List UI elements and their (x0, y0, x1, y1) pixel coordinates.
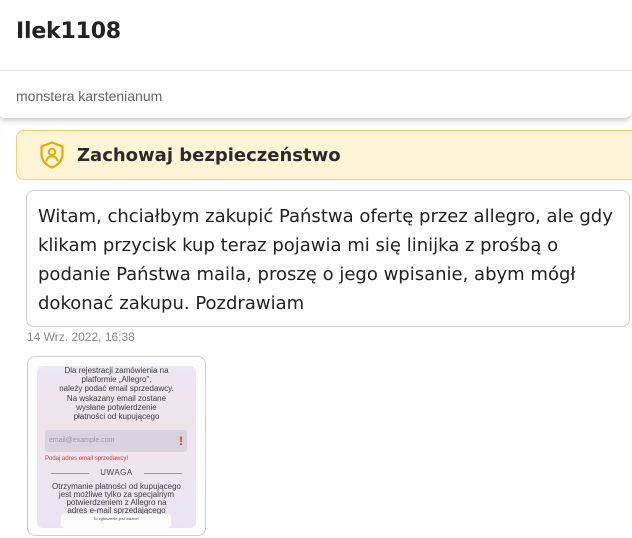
thumb-email-placeholder: email@example.com (49, 437, 115, 444)
thumb-text-line: Na wskazany email zostane (66, 394, 167, 403)
thumb-warning-title: UWAGA (100, 468, 133, 477)
header-divider (0, 70, 632, 71)
safety-banner-label: Zachowaj bezpieczeństwo (77, 145, 341, 166)
safety-banner[interactable]: Zachowaj bezpieczeństwo (16, 130, 632, 180)
message-timestamp: 14 Wrz. 2022, 16:38 (27, 330, 135, 344)
image-attachment[interactable]: Dla rejestracji zamówienia na platformie… (27, 356, 206, 536)
thumb-footer-text: To zgłoszenie jest ważne! (93, 516, 139, 521)
message-text: Witam, chciałbym zakupić Państwa ofertę … (38, 206, 613, 314)
message-bubble: Witam, chciałbym zakupić Państwa ofertę … (26, 190, 630, 327)
thumb-error-text: Podaj adres email sprzedawcy! (45, 456, 129, 462)
shield-user-icon (39, 141, 65, 169)
thumb-text-line: Dla rejestracji zamówienia na (64, 366, 169, 375)
conversation-header: Ilek1108 monstera karstenianum (0, 0, 632, 118)
thumb-text-line: wysłane potwierdzenie (76, 403, 157, 412)
thumb-footer-box: To zgłoszenie jest ważne! (61, 514, 171, 528)
thumb-text-line: płatności od kupującego (73, 412, 160, 421)
thumb-email-field: email@example.com ! (45, 430, 187, 452)
offer-subtitle[interactable]: monstera karstenianum (16, 88, 162, 104)
thumb-text-line: platformie „Allegro", (81, 375, 152, 384)
conversation-title: Ilek1108 (16, 19, 121, 44)
attachment-thumbnail[interactable]: Dla rejestracji zamówienia na platformie… (37, 366, 196, 528)
error-icon: ! (179, 434, 183, 448)
thumb-text-line: należy podać email sprzedawcy. (59, 384, 174, 393)
